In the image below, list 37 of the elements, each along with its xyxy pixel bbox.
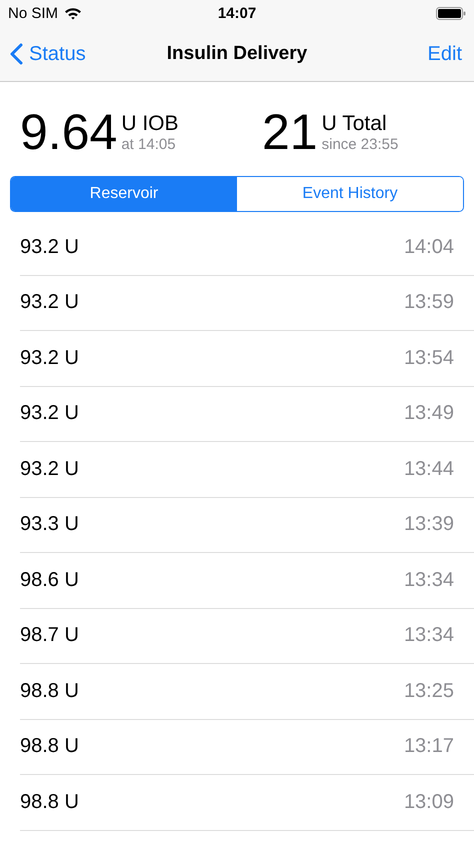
- reading-time: 13:54: [404, 346, 454, 370]
- reading-time: 13:09: [404, 790, 454, 814]
- reading-time: 13:49: [404, 402, 454, 426]
- reading-time: 13:34: [404, 568, 454, 592]
- screen-title: Insulin Delivery: [166, 43, 308, 65]
- reservoir-amount: 93.2 U: [20, 458, 79, 481]
- reservoir-amount: 98.8 U: [20, 680, 79, 703]
- battery-icon: [436, 7, 466, 20]
- reservoir-amount: 93.2 U: [20, 291, 79, 314]
- carrier-label: No SIM: [8, 5, 58, 22]
- reading-time: 13:17: [404, 735, 454, 758]
- stat-detail: at 14:05: [121, 136, 177, 152]
- stat-detail: since 23:55: [322, 136, 398, 152]
- reading-time: 13:34: [404, 624, 454, 648]
- wifi-icon: [64, 7, 82, 20]
- reservoir-amount: 98.8 U: [20, 790, 79, 814]
- reservoir-amount: 98.8 U: [20, 735, 79, 758]
- back-button[interactable]: Status: [10, 42, 86, 66]
- segment-tab[interactable]: Reservoir: [11, 177, 237, 211]
- reading-time: 13:44: [404, 458, 454, 481]
- stat-unit: U Total: [322, 112, 388, 136]
- stat-value: 21: [262, 104, 318, 160]
- clock: 14:07: [218, 5, 256, 22]
- reservoir-amount: 98.7 U: [20, 624, 79, 648]
- reservoir-amount: 93.3 U: [20, 513, 79, 536]
- stat-unit: U IOB: [121, 112, 179, 136]
- reservoir-amount: 93.2 U: [20, 346, 79, 370]
- stat-value: 9.64: [20, 104, 118, 160]
- reservoir-amount: 93.2 U: [20, 402, 79, 426]
- reading-time: 13:25: [404, 680, 454, 703]
- reading-time: 13:39: [404, 513, 454, 536]
- edit-button[interactable]: Edit: [428, 42, 462, 66]
- chevron-left-icon: [10, 43, 23, 65]
- reservoir-amount: 98.6 U: [20, 568, 79, 592]
- reading-time: 14:04: [404, 236, 454, 259]
- reading-time: 13:59: [404, 291, 454, 314]
- reservoir-amount: 93.2 U: [20, 236, 79, 259]
